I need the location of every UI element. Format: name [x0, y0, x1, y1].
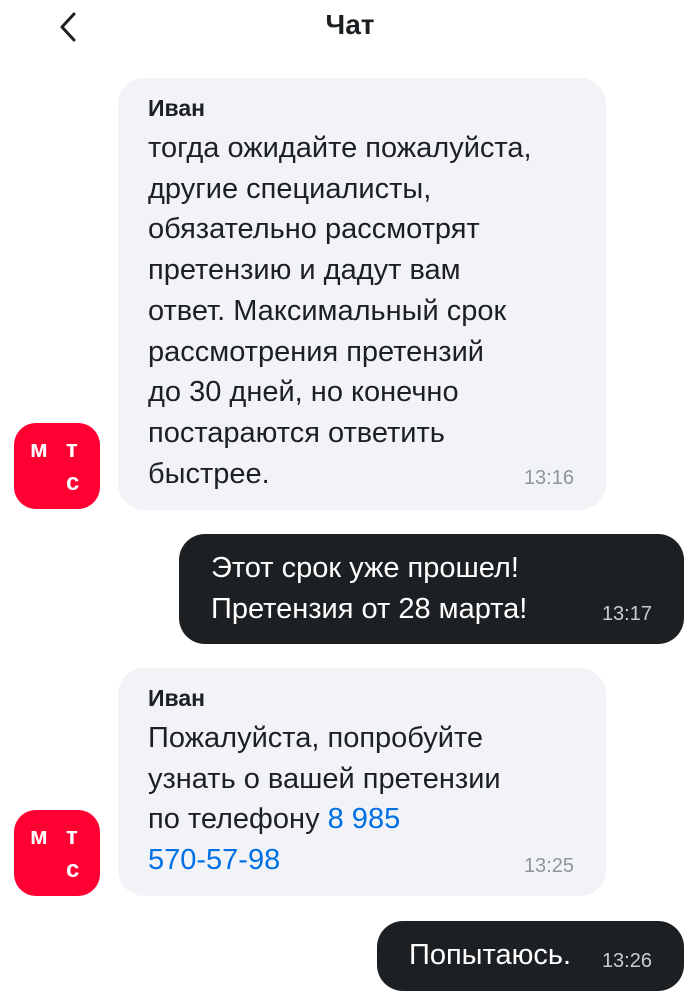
page-title: Чат [325, 9, 375, 40]
message-bubble-outgoing: Этот срок уже прошел! Претензия от 28 ма… [179, 534, 684, 644]
sender-name: Иван [148, 685, 206, 711]
avatar-letter: с [66, 469, 80, 496]
sender-name: Иван [148, 95, 206, 121]
avatar-letter: т [66, 823, 78, 850]
message-text: Этот срок уже прошел! Претензия от 28 ма… [211, 552, 528, 625]
message-text: тогда ожидайте пожалуйста, другие специа… [148, 132, 532, 490]
message-time: 13:25 [523, 855, 574, 877]
avatar-letter: м [30, 436, 48, 463]
message-bubble-outgoing: Попытаюсь. 13:26 [377, 921, 684, 991]
message-bubble-incoming: Иван тогда ожидайте пожалуйста, другие с… [118, 78, 606, 510]
mts-avatar: м т с [14, 423, 100, 509]
message-time: 13:17 [601, 603, 652, 625]
message-time: 13:16 [523, 467, 574, 489]
avatar-letter: с [66, 856, 80, 883]
mts-avatar: м т с [14, 810, 100, 896]
message-text-body: Пожалуйста, попробуйте узнать о вашей пр… [148, 722, 501, 836]
message-text: Пожалуйста, попробуйте узнать о вашей пр… [148, 718, 586, 881]
chat-header: Чат [0, 0, 700, 52]
message-time: 13:26 [601, 950, 652, 972]
avatar-letter: м [30, 823, 48, 850]
avatar-letter: т [66, 436, 78, 463]
message-bubble-incoming: Иван Пожалуйста, попробуйте узнать о ваш… [118, 668, 606, 896]
